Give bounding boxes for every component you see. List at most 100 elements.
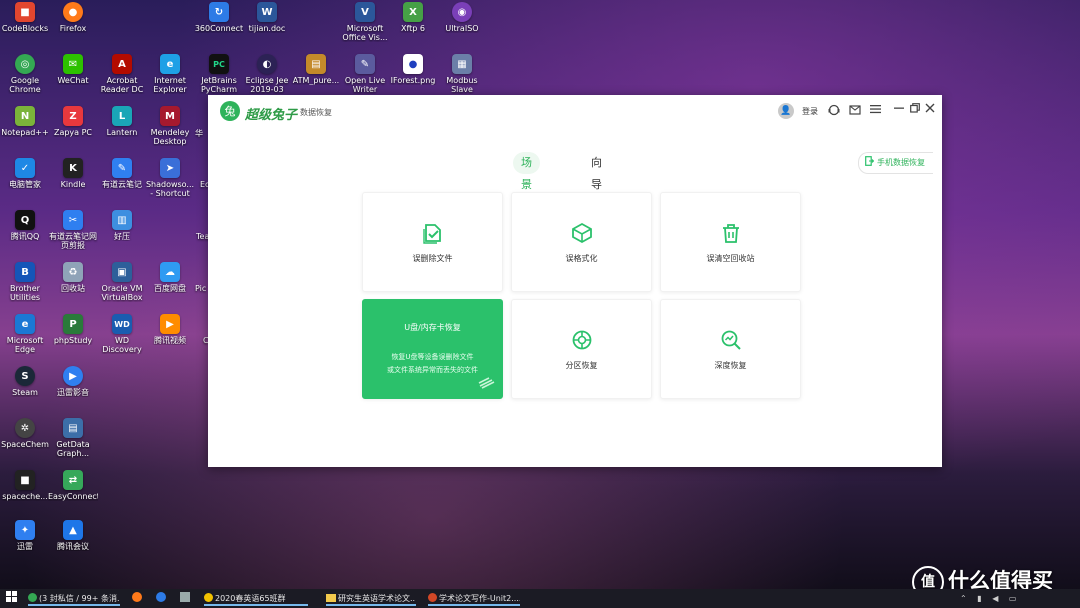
desktop-icon-spacechem-shortcut[interactable]: ■ spaceche... [0,470,50,501]
message-icon[interactable] [849,104,861,119]
desktop-icon-label: spaceche... [2,492,48,501]
desktop-icon-tencent-meeting[interactable]: ▲ 腾讯会议 [48,520,98,551]
card-label: 分区恢复 [565,361,598,370]
desktop-icon-acrobat[interactable]: A Acrobat Reader DC [97,54,147,94]
desktop-icon-pcmanager[interactable]: ✓ 电脑管家 [0,158,50,189]
desktop-icon-mendeley[interactable]: M Mendeley Desktop [145,106,195,146]
person-icon[interactable]: 👤 [778,103,794,119]
taskbar-screenshot[interactable] [180,591,192,606]
system-tray[interactable]: ⌃ ▮ ◀ ▭ [960,591,1070,606]
card-emptied-recycle-bin[interactable]: 误清空回收站 [660,192,801,292]
app-subtitle: 数据恢复 [300,108,332,117]
card-usb-memory-card-recovery[interactable]: U盘/内存卡恢复 恢复U盘等设备误删除文件 或文件系统异常而丢失的文件 [362,299,503,399]
desktop-icon-tijian-doc[interactable]: Wtijian.doc [242,2,292,33]
desktop-icon-youdao[interactable]: ✎ 有道云笔记 [97,158,147,189]
desktop-icon-shadowsocks[interactable]: ➤ Shadowso... - Shortcut [145,158,195,198]
cloud-icon: ☁ [160,262,180,282]
phone-export-icon [865,156,875,166]
taskbar-quicker[interactable] [156,591,168,606]
wd-icon: WD [112,314,132,334]
virtualbox-icon: ▣ [112,262,132,282]
chrome-icon [28,593,37,602]
desktop-icon-label: EasyConnect [48,492,98,501]
desktop-icon-ie[interactable]: e Internet Explorer [145,54,195,94]
start-button[interactable] [6,591,18,606]
card-partition-recovery[interactable]: 分区恢复 [511,299,652,399]
desktop-icon-label: JetBrains PyCharm C... [200,76,238,94]
card-deleted-files[interactable]: 误删除文件 [362,192,503,292]
desktop-icon-xunlei-player[interactable]: ▶ 迅雷影音 [48,366,98,397]
desktop-icon-iforest[interactable]: ● IForest.png [388,54,438,85]
note-icon: ✎ [112,158,132,178]
taskbar-firefox[interactable] [132,591,144,606]
connect-arrows-icon: ⇄ [63,470,83,490]
desktop-icon-openlivewriter[interactable]: ✎ Open Live Writer [340,54,390,94]
desktop-icon-brother[interactable]: B Brother Utilities [0,262,50,302]
eclipse-icon: ◐ [257,54,277,74]
headset-icon[interactable] [828,104,840,119]
taskbar-item-writing-unit[interactable]: 学术论文写作-Unit2.... [428,591,520,606]
desktop-icon-virtualbox[interactable]: ▣ Oracle VM VirtualBox [97,262,147,302]
desktop-icon-recycle-bin[interactable]: ♻ 回收站 [48,262,98,293]
desktop-icon-wd-discovery[interactable]: WD WD Discovery [97,314,147,354]
phone-data-recovery-button[interactable]: 手机数据恢复 [858,152,933,174]
restore-icon[interactable] [910,103,920,116]
data-recovery-window: 兔 超级兔子 数据恢复 👤 登录 场景模式 向导模式 手机数据恢复 [208,95,942,467]
paper-plane-icon: ➤ [160,158,180,178]
close-icon[interactable] [925,103,935,116]
desktop-icon-youdao-clipper[interactable]: ✂ 有道云笔记网页剪报 [48,210,98,250]
desktop-icon-baidu-netdisk[interactable]: ☁ 百度网盘 [145,262,195,293]
desktop-icon-steam[interactable]: S Steam [0,366,50,397]
desktop-icon-wechat[interactable]: ✉ WeChat [48,54,98,85]
brand-name: 超级兔子 [245,108,298,123]
card-deep-recovery[interactable]: 深度恢复 [660,299,801,399]
desktop-icon-edge[interactable]: e Microsoft Edge [0,314,50,354]
desktop-icon-easyconnect[interactable]: ⇄ EasyConnect [48,470,98,501]
desktop-icon-haozip[interactable]: ▥ 好压 [97,210,147,241]
desktop-icon-xunlei[interactable]: ✦ 迅雷 [0,520,50,551]
desktop-icon-label: Internet Explorer [153,76,187,94]
minimize-icon[interactable] [894,103,904,116]
shield-check-icon: ✓ [15,158,35,178]
desktop-icon-xftp[interactable]: X Xftp 6 [388,2,438,33]
desktop-icon-chrome[interactable]: ◎ Google Chrome [0,54,50,94]
desktop-icon-codeblocks[interactable]: ■ CodeBlocks [0,2,50,33]
desktop-icon-lantern[interactable]: L Lantern [97,106,147,137]
desktop-icon-ultraiso[interactable]: ◉ UltraISO [437,2,487,33]
login-button[interactable]: 登录 [802,106,818,117]
taskbar-item-paper-folder[interactable]: 研究生英语学术论文... [326,591,416,606]
desktop-icon-getdata[interactable]: ▤ GetData Graph... [48,418,98,458]
desktop-icon-qq[interactable]: Q 腾讯QQ [0,210,50,241]
desktop-icon-firefox[interactable]: ● Firefox [48,2,98,33]
desktop-icon-spacechem[interactable]: ✲ SpaceChem [0,418,50,449]
desktop-icon-notepadpp[interactable]: N Notepad++ [0,106,50,137]
desktop-icon-visio[interactable]: V Microsoft Office Vis... [340,2,390,42]
zip-icon: ▥ [112,210,132,230]
desktop-icon-kindle[interactable]: K Kindle [48,158,98,189]
desktop-icon-eclipse[interactable]: ◐ Eclipse Jee 2019-03 [242,54,292,94]
qq-penguin-icon [204,593,213,602]
desktop-icon-360connect[interactable]: ↻ 360Connect [194,2,244,33]
desktop-icon-label: 有道云笔记网页剪报 [49,232,97,250]
titlebar[interactable]: 兔 超级兔子 数据恢复 👤 登录 [208,95,942,127]
tab-wizard-mode[interactable]: 向导模式 [583,152,610,235]
card-formatted[interactable]: 误格式化 [511,192,652,292]
word-doc-icon: W [257,2,277,22]
desktop-icon-pycharm[interactable]: PC JetBrains PyCharm C... [194,54,244,94]
tab-scene-mode[interactable]: 场景模式 [513,152,540,235]
desktop-icon-label: phpStudy [53,336,93,345]
desktop-icon-phpstudy[interactable]: PphpStudy [48,314,98,345]
desktop-icon-atm[interactable]: ▤ ATM_pure... [291,54,341,85]
desktop-icon-zapya[interactable]: Z Zapya PC [48,106,98,137]
menu-icon[interactable] [870,104,881,117]
desktop-icon-label: 电脑管家 [9,180,41,189]
taskbar-item-label: 学术论文写作-Unit2.... [439,594,520,603]
desktop-icon-tencent-video[interactable]: ▶ 腾讯视频 [145,314,195,345]
partial-desktop-label: Pic [195,284,207,293]
desktop-icon-label: IForest.png [390,76,436,85]
usb-drive-icon [478,375,496,394]
desktop-icon-modbus[interactable]: ▦ Modbus Slave [437,54,487,94]
taskbar-item-english-group[interactable]: 2020春英语65班群 [204,591,308,606]
desktop-icon-label: Zapya PC [53,128,93,137]
taskbar-item-zhihu[interactable]: (3 封私信 / 99+ 条消... [28,591,120,606]
